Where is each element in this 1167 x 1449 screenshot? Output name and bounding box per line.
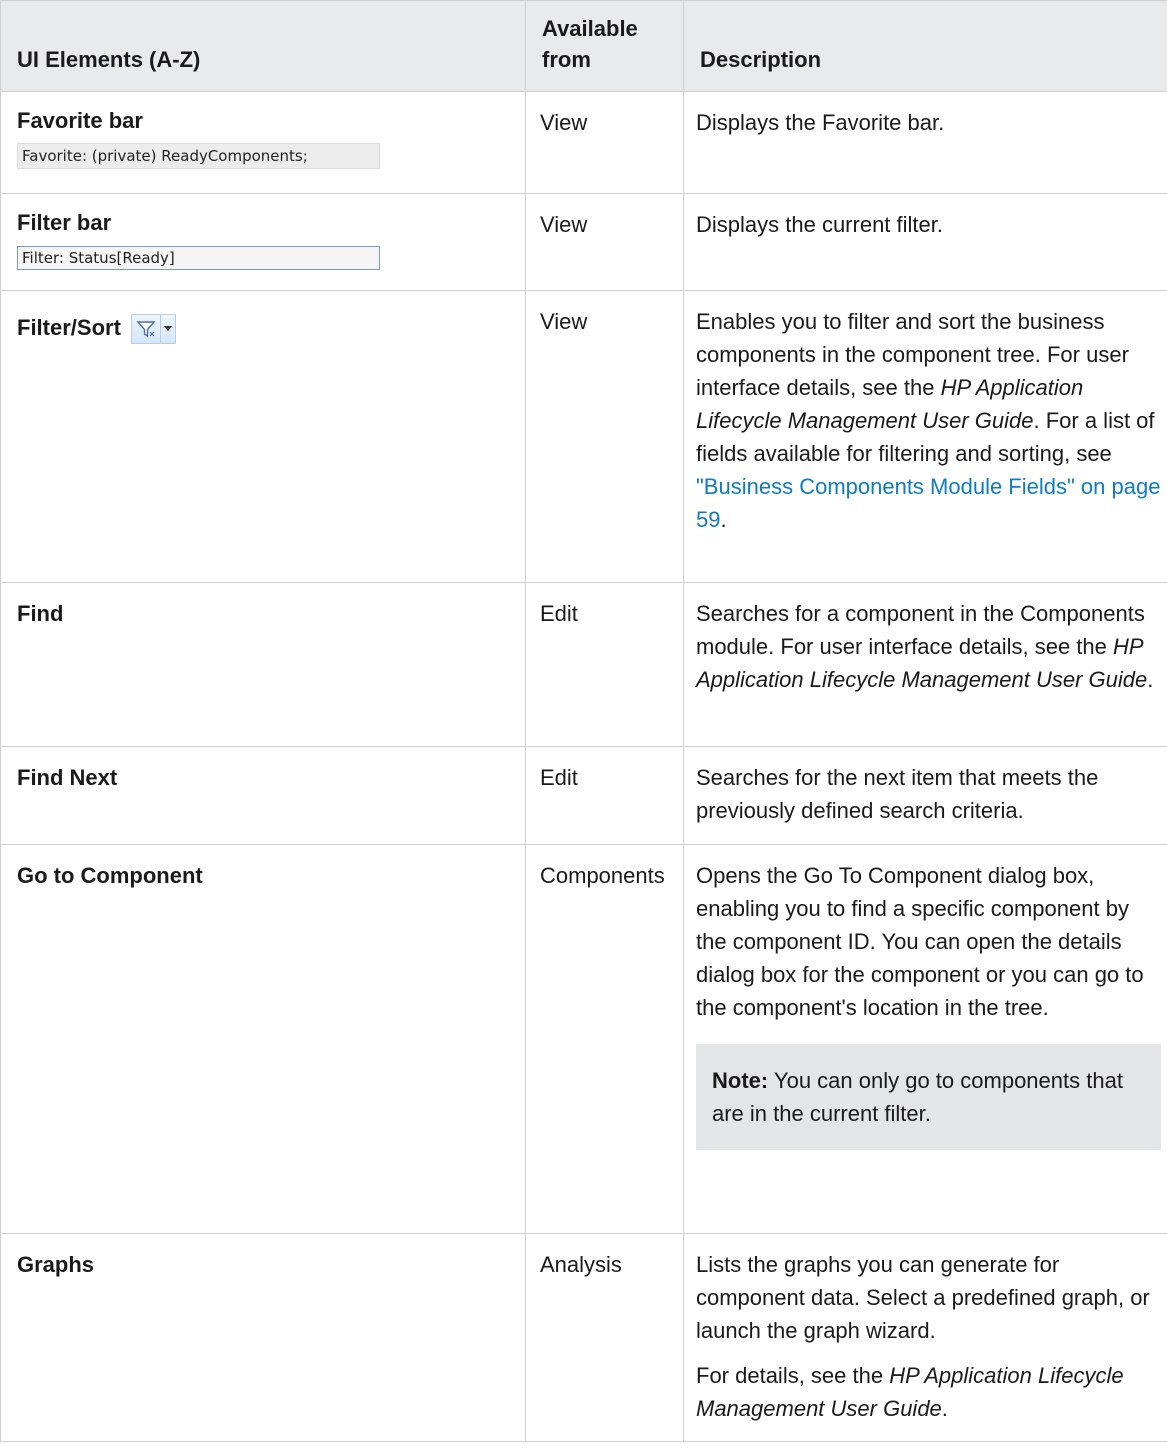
header-description: Description xyxy=(683,0,1167,92)
element-cell: Find Next xyxy=(0,746,526,845)
element-cell: Filter/Sort xyxy=(0,290,526,583)
description-text: Opens the Go To Component dialog box, en… xyxy=(696,863,1144,1020)
element-name: Go to Component xyxy=(17,863,203,888)
element-cell: Favorite bar Favorite: (private) ReadyCo… xyxy=(0,91,526,194)
chevron-down-icon xyxy=(160,315,175,343)
element-cell: Graphs xyxy=(0,1233,526,1442)
description-cell: Displays the current filter. xyxy=(683,193,1167,291)
available-cell: Edit xyxy=(525,746,684,845)
element-cell: Find xyxy=(0,582,526,747)
available-cell: View xyxy=(525,193,684,291)
element-name: Filter bar xyxy=(17,210,112,235)
note-text: You can only go to components that are i… xyxy=(712,1068,1123,1126)
description-text: Lists the graphs you can generate for co… xyxy=(696,1252,1150,1343)
favorite-bar-sample: Favorite: (private) ReadyComponents; xyxy=(17,143,380,169)
element-name: Find xyxy=(17,601,64,626)
element-cell: Go to Component xyxy=(0,844,526,1234)
description-text: . xyxy=(720,507,727,532)
available-cell: Edit xyxy=(525,582,684,747)
table-row: Filter/Sort View Enables you to filter a… xyxy=(0,290,1167,583)
description-cell: Opens the Go To Component dialog box, en… xyxy=(683,844,1167,1234)
table-row: Graphs Analysis Lists the graphs you can… xyxy=(0,1233,1167,1442)
description-cell: Searches for the next item that meets th… xyxy=(683,746,1167,845)
description-cell: Searches for a component in the Componen… xyxy=(683,582,1167,747)
description-text: . xyxy=(1147,667,1154,692)
details-suffix: . xyxy=(941,1396,948,1421)
filter-bar-sample: Filter: Status[Ready] xyxy=(17,246,380,270)
available-cell: View xyxy=(525,290,684,583)
element-name: Favorite bar xyxy=(17,108,143,133)
header-ui-elements: UI Elements (A-Z) xyxy=(0,0,526,92)
table-header-row: UI Elements (A-Z) Available from Descrip… xyxy=(0,0,1167,92)
table-row: Find Edit Searches for a component in th… xyxy=(0,582,1167,747)
available-cell: Components xyxy=(525,844,684,1234)
ui-elements-table: UI Elements (A-Z) Available from Descrip… xyxy=(0,0,1167,1442)
table-row: Filter bar Filter: Status[Ready] View Di… xyxy=(0,193,1167,291)
description-text: Searches for a component in the Componen… xyxy=(696,601,1145,659)
element-name: Find Next xyxy=(17,765,118,790)
note-label: Note: xyxy=(712,1068,769,1093)
table-row: Favorite bar Favorite: (private) ReadyCo… xyxy=(0,91,1167,194)
table-row: Go to Component Components Opens the Go … xyxy=(0,844,1167,1234)
filter-funnel-icon xyxy=(132,315,160,343)
element-name: Filter/Sort xyxy=(17,315,121,340)
description-cell: Displays the Favorite bar. xyxy=(683,91,1167,194)
description-cell: Lists the graphs you can generate for co… xyxy=(683,1233,1167,1442)
filter-sort-button xyxy=(131,314,177,344)
available-cell: Analysis xyxy=(525,1233,684,1442)
description-cell: Enables you to filter and sort the busin… xyxy=(683,290,1167,583)
details-text: For details, see the HP Application Life… xyxy=(696,1359,1161,1425)
module-fields-link[interactable]: "Business Components Module Fields" on p… xyxy=(696,474,1160,532)
note-box: Note: You can only go to components that… xyxy=(696,1044,1161,1150)
table-row: Find Next Edit Searches for the next ite… xyxy=(0,746,1167,845)
available-cell: View xyxy=(525,91,684,194)
details-prefix: For details, see the xyxy=(696,1363,890,1388)
header-available-from: Available from xyxy=(525,0,684,92)
element-name: Graphs xyxy=(17,1252,95,1277)
element-cell: Filter bar Filter: Status[Ready] xyxy=(0,193,526,291)
